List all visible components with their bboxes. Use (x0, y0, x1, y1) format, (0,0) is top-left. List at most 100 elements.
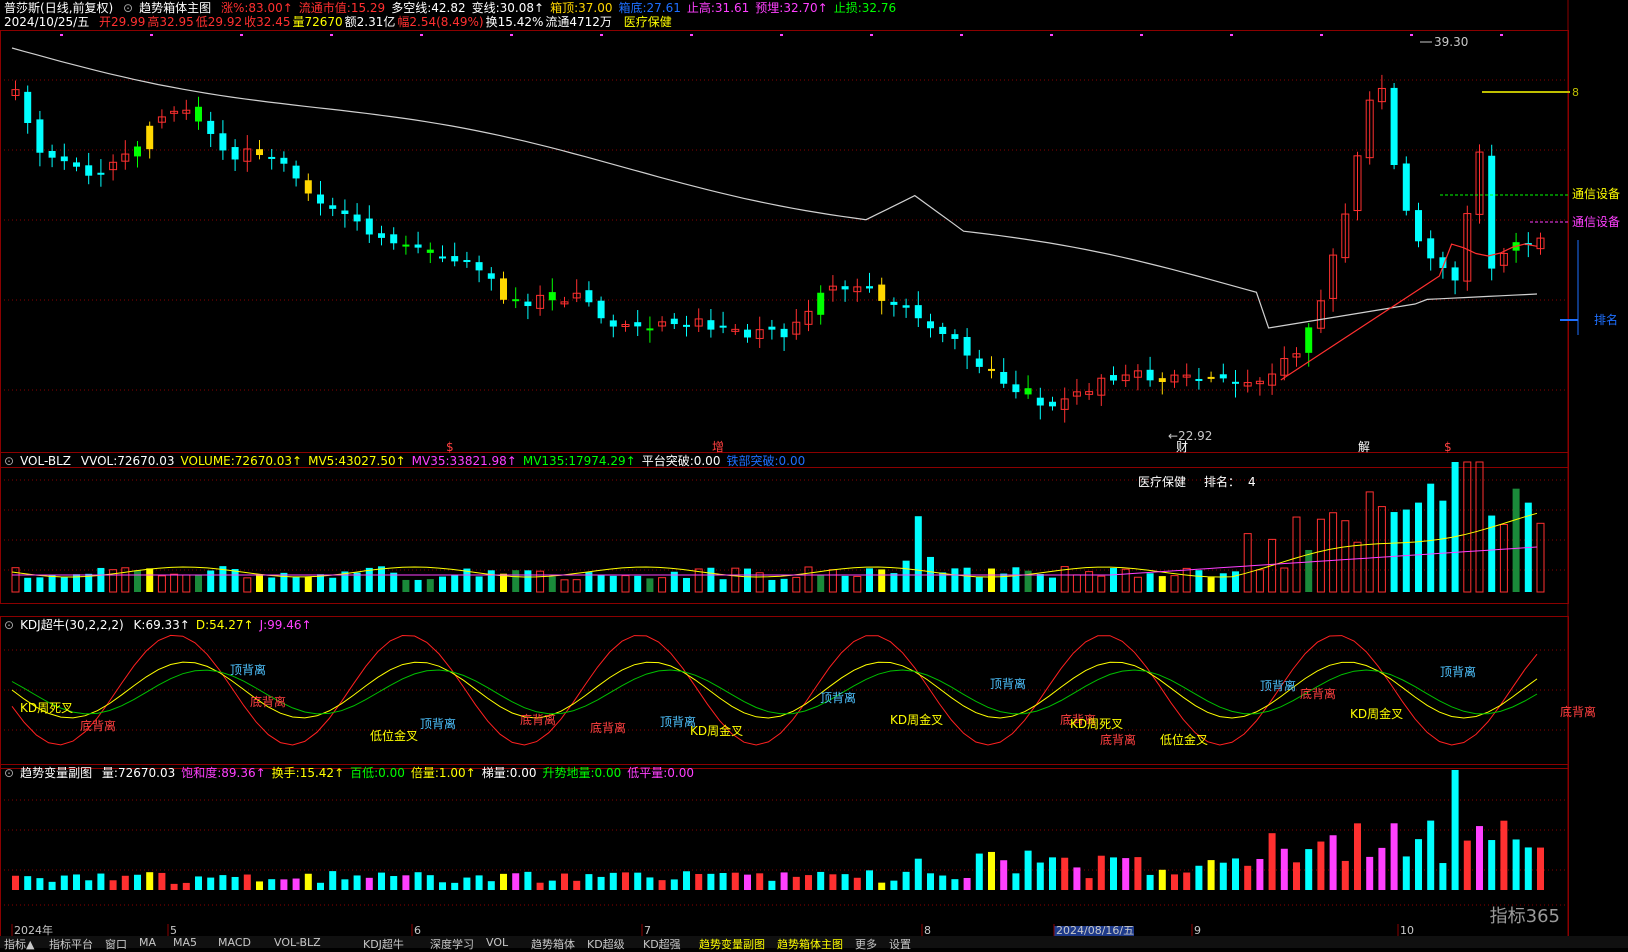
volume-bar (426, 579, 434, 592)
trend-bar (97, 873, 105, 890)
vol-field: MV35:33821.98↑ (411, 454, 517, 468)
trend-bar (1073, 867, 1081, 890)
trend-bar (512, 873, 520, 890)
trend-bar (731, 872, 739, 890)
trend-bar (1390, 823, 1398, 890)
trend-bar (1146, 874, 1154, 890)
vol-title: VOL-BLZ (20, 454, 72, 468)
volume-bar (1182, 567, 1191, 593)
main-header: 普莎斯(日线,前复权) ⊙ 趋势箱体主图 涨%:83.00↑ 流通市值:15.29 多… (4, 1, 908, 16)
kdj-signal-label: 底背离 (520, 712, 556, 727)
candles (11, 74, 1545, 423)
candle-body (317, 194, 324, 204)
volume-bar (353, 572, 361, 592)
trend-bar (670, 879, 678, 890)
kdj-signal-label: 顶背离 (660, 714, 696, 729)
quote-field: 额2.31亿 (344, 15, 396, 29)
vol-field: MV135:17974.29↑ (522, 454, 636, 468)
trend-field: 倍量:1.00↑ (410, 766, 476, 780)
volume-bar (963, 567, 971, 592)
candle-body (365, 218, 373, 235)
trend-bar (902, 871, 910, 890)
candle-body (378, 233, 385, 238)
ma-line (11, 47, 1538, 329)
candle-body (353, 214, 361, 222)
trend-bar (231, 876, 239, 890)
volume-bar (475, 576, 483, 592)
kdj-signal-label: 底背离 (250, 694, 286, 709)
volume-bar (1353, 541, 1362, 593)
kdj-signal-label: 顶背离 (990, 676, 1026, 691)
volume-bar (914, 516, 922, 592)
trend-bar (817, 871, 825, 890)
candle-body (36, 119, 44, 153)
watermark-text: 指标365 (1490, 906, 1560, 927)
indicator-name: 趋势箱体主图 (139, 1, 212, 15)
trend-bar (939, 875, 947, 890)
trend-bar (1476, 826, 1483, 890)
trend-bar (1171, 874, 1178, 890)
time-label: 2024年 (14, 923, 53, 937)
kdj-signal-label: 底背离 (1300, 686, 1336, 701)
candle-body (97, 172, 105, 175)
trend-bar (524, 871, 532, 890)
trend-bar (707, 873, 715, 890)
volume-bar (1121, 568, 1130, 593)
volume-bar (1475, 461, 1484, 593)
collapse-icon[interactable]: ⊙ (4, 618, 14, 632)
quote-field: 高32.95 (147, 15, 194, 29)
candle-body (963, 337, 971, 356)
candle-body (512, 299, 520, 302)
trend-bar (1110, 857, 1117, 890)
candle-body (1049, 401, 1056, 407)
box-label: 8 (1572, 86, 1579, 99)
volume-bar (1365, 491, 1374, 593)
trend-bar (1244, 865, 1252, 890)
trend-bar (1024, 850, 1032, 890)
volume-bar (1133, 576, 1142, 593)
event-marker: $ (1444, 440, 1452, 454)
signal-dot (150, 34, 153, 36)
quote-field: 幅2.54(8.49%) (397, 15, 484, 29)
kdj-signal-label: 低位金叉 (1160, 732, 1208, 747)
volume-bar (1390, 512, 1398, 592)
trend-bar (1195, 865, 1203, 890)
main-field: 止高:31.61 (686, 1, 750, 15)
volume-bar (365, 567, 373, 592)
candle-body (988, 368, 995, 371)
kdj-signal-label: 顶背离 (420, 716, 456, 731)
volume-bar (707, 567, 715, 592)
trend-bar (36, 878, 44, 890)
candle-body (707, 320, 715, 330)
trend-bar (1183, 872, 1191, 890)
collapse-icon[interactable]: ⊙ (4, 766, 14, 780)
stock-chart[interactable]: 顶背离底背离KD周死叉低位金叉 KD周金叉顶背离 底背离底背离 顶背离顶背离KD周金叉… (0, 0, 1628, 948)
candle-body (280, 157, 288, 164)
candle-body (1232, 381, 1239, 384)
kdj-fields: K:69.33↑ D:54.27↑ J:99.46↑ (134, 618, 318, 632)
candle-body (451, 256, 459, 262)
kdj-signal-label: 顶背离 (820, 690, 856, 705)
trend-bar (1134, 857, 1142, 890)
trend-bar (841, 874, 849, 890)
volume-bar (817, 575, 825, 592)
trend-bar (329, 871, 337, 890)
collapse-icon[interactable]: ⊙ (123, 1, 133, 15)
trend-bar (1488, 840, 1496, 890)
candle-body (524, 301, 532, 307)
volume-bar (804, 566, 813, 593)
volume-bar (439, 576, 446, 592)
vol-header: ⊙ VOL-BLZ VVOL:72670.03 VOLUME:72670.03↑ MV… (4, 454, 817, 469)
volume-bar (1243, 533, 1252, 593)
volume-bar (1316, 518, 1325, 593)
trend-bar (341, 879, 349, 890)
trend-bar (463, 877, 471, 890)
trend-bar (1085, 878, 1093, 890)
volume-bar (621, 575, 630, 593)
candle-body (1390, 87, 1398, 166)
trend-bar (146, 872, 154, 890)
event-marker: 增 (712, 440, 724, 454)
event-marker: $ (446, 440, 454, 454)
collapse-icon[interactable]: ⊙ (4, 454, 14, 468)
volume-bar (1170, 575, 1179, 593)
